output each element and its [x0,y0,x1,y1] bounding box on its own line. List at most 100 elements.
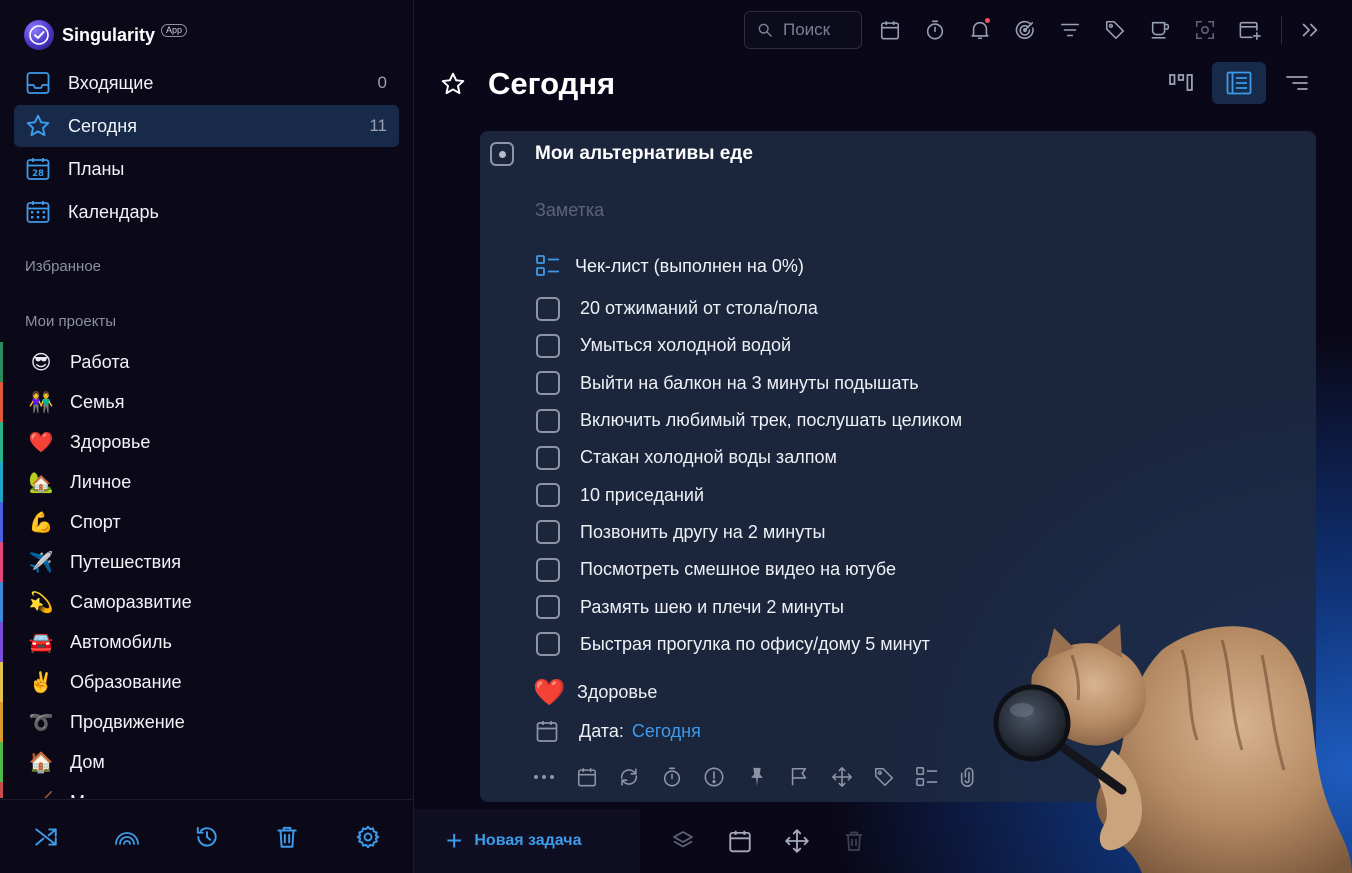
project-item-health[interactable]: ❤️ Здоровье [0,422,414,462]
paperclip-icon[interactable] [955,763,983,791]
project-item-work[interactable]: 😎 Работа [0,342,414,382]
checklist-checkbox[interactable] [536,408,560,433]
calendar-icon[interactable] [873,13,907,47]
project-item-personal[interactable]: 🏡 Личное [0,462,414,502]
checklist-item: Посмотреть смешное видео на ютубе [536,551,962,588]
date-value[interactable]: Сегодня [632,721,701,742]
trash-icon[interactable] [270,820,304,854]
rainbow-habits-icon[interactable] [110,820,144,854]
checklist-header: Чек-лист (выполнен на 0%) [535,254,804,278]
plus-icon: + [446,825,463,856]
nav-count: 0 [377,73,387,92]
shuffle-icon[interactable] [29,820,63,854]
tag-icon[interactable] [1098,13,1132,47]
checklist-item-label[interactable]: Позвонить другу на 2 минуты [580,522,825,543]
trash-icon[interactable] [837,824,871,858]
task-note-field[interactable]: Заметка [535,200,604,221]
checklist-item-label[interactable]: Умыться холодной водой [580,335,791,356]
checklist-checkbox[interactable] [536,595,560,620]
repeat-icon[interactable] [615,763,643,791]
move-arrows-icon[interactable] [828,763,856,791]
project-item-sport[interactable]: 💪 Спорт [0,502,414,542]
checklist-checkbox[interactable] [536,333,560,358]
project-emoji: ✌️ [28,671,54,694]
project-label: Автомобиль [70,631,172,652]
task-title[interactable]: Мои альтернативы еде [535,143,753,165]
checklist-checkbox[interactable] [536,557,560,582]
task-date[interactable]: Дата: Сегодня [535,719,701,743]
project-label: Личное [70,471,132,492]
checklist-item-label[interactable]: Размять шею и плечи 2 минуты [580,597,844,618]
list-view-icon[interactable] [1212,62,1266,104]
screenshot-icon[interactable] [1188,13,1222,47]
checklist-checkbox[interactable] [536,296,560,321]
project-emoji: 💫 [28,591,54,614]
bulk-actions [666,824,894,858]
section-projects[interactable]: Мои проекты [25,313,116,330]
checklist-item-label[interactable]: Посмотреть смешное видео на ютубе [580,559,896,580]
task-project[interactable]: ❤️ Здоровье [533,677,657,708]
checklist-item: 20 отжиманий от стола/пола [536,290,962,327]
timer-icon[interactable] [918,13,952,47]
pin-icon[interactable] [743,763,771,791]
checklist-title: Чек-лист (выполнен на 0%) [575,255,804,276]
checklist-icon [536,255,559,276]
checklist-item-label[interactable]: Стакан холодной воды залпом [580,447,837,468]
inbox-icon [24,69,52,97]
project-item-travel[interactable]: ✈️ Путешествия [0,542,414,582]
sort-lines-icon[interactable] [1270,62,1324,104]
checklist-checkbox[interactable] [536,445,560,470]
cat-with-magnifier-illustration [993,624,1352,873]
project-item-partial[interactable]: 🧹М [0,782,414,798]
calendar-icon[interactable] [573,763,601,791]
new-task-button[interactable]: + Новая задача [414,809,640,873]
more-dots-icon[interactable] [530,763,558,791]
section-favorites[interactable]: Избранное [25,258,101,275]
checklist-item-label[interactable]: Выйти на балкон на 3 минуты подышать [580,373,919,394]
search-input[interactable]: Поиск [744,11,862,49]
checklist-item-label[interactable]: 10 приседаний [580,485,704,506]
priority-alert-icon[interactable] [700,763,728,791]
timer-icon[interactable] [658,763,686,791]
project-item-education[interactable]: ✌️ Образование [0,662,414,702]
nav-item-plans[interactable]: 28 Планы [14,148,399,190]
calendar-icon[interactable] [723,824,757,858]
project-item-self-development[interactable]: 💫 Саморазвитие [0,582,414,622]
task-checkbox[interactable] [490,142,514,166]
checklist-checkbox[interactable] [536,483,560,508]
bell-icon[interactable] [963,13,997,47]
project-item-promotion[interactable]: ➰ Продвижение [0,702,414,742]
coffee-cup-icon[interactable] [1143,13,1177,47]
nav-item-calendar[interactable]: Календарь [14,191,399,233]
project-emoji: 🏡 [28,471,54,494]
brand[interactable]: Singularity App [24,20,188,50]
checklist-item-label[interactable]: 20 отжиманий от стола/пола [580,298,818,319]
checklist-icon[interactable] [913,763,941,791]
flag-icon[interactable] [785,763,813,791]
tag-icon[interactable] [870,763,898,791]
project-item-family[interactable]: 👫 Семья [0,382,414,422]
layers-icon[interactable] [666,824,700,858]
add-window-icon[interactable] [1233,13,1267,47]
kanban-view-icon[interactable] [1154,62,1208,104]
checklist-item-label[interactable]: Быстрая прогулка по офису/дому 5 минут [580,634,930,655]
target-focus-icon[interactable] [1008,13,1042,47]
move-arrows-icon[interactable] [780,824,814,858]
project-label: Продвижение [70,711,185,732]
history-icon[interactable] [190,820,224,854]
gear-icon[interactable] [351,820,385,854]
project-item-home[interactable]: 🏠 Дом [0,742,414,782]
favorite-star-icon[interactable] [440,71,466,97]
nav-item-inbox[interactable]: Входящие 0 [14,62,399,104]
date-label: Дата: [579,720,624,741]
project-item-car[interactable]: 🚘 Автомобиль [0,622,414,662]
double-chevron-right-icon[interactable] [1293,13,1327,47]
checklist-checkbox[interactable] [536,632,560,657]
sidebar: Singularity App Входящие 0 Сегодня 11 28… [0,0,414,873]
checklist-checkbox[interactable] [536,371,560,396]
filter-icon[interactable] [1053,13,1087,47]
nav-item-today[interactable]: Сегодня 11 [14,105,399,147]
project-emoji: 🧹 [28,790,54,799]
checklist-item-label[interactable]: Включить любимый трек, послушать целиком [580,410,962,431]
checklist-checkbox[interactable] [536,520,560,545]
